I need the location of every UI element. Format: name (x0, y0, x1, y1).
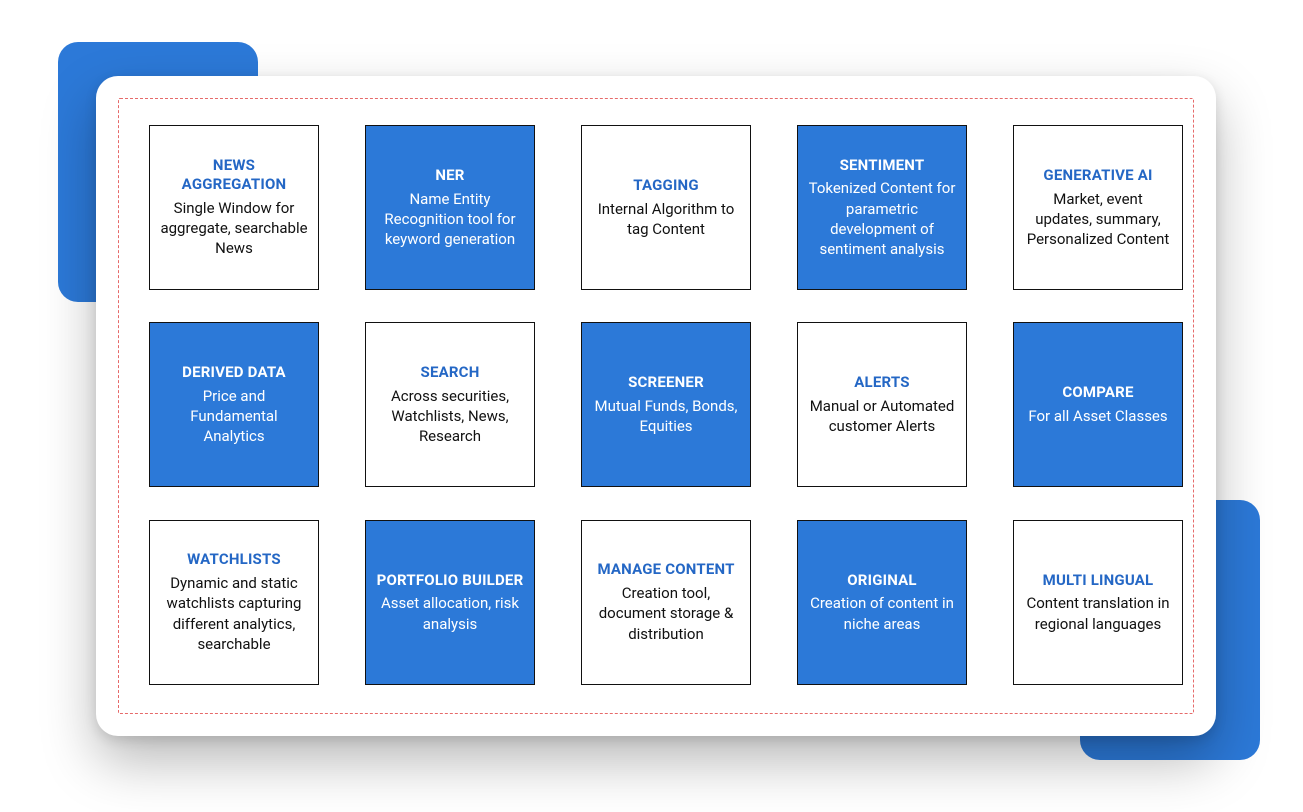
tile-title: SENTIMENT (840, 156, 925, 175)
tile-title: WATCHLISTS (187, 550, 281, 569)
tile-generative-ai: GENERATIVE AI Market, event updates, sum… (1013, 125, 1183, 290)
feature-grid: NEWS AGGREGATION Single Window for aggre… (149, 125, 1163, 687)
tile-desc: Creation of content in niche areas (808, 593, 956, 634)
tile-desc: Name Entity Recognition tool for keyword… (376, 189, 524, 250)
tile-desc: Dynamic and static watchlists capturing … (160, 573, 308, 654)
tile-title: GENERATIVE AI (1043, 166, 1152, 185)
tile-title: PORTFOLIO BUILDER (377, 571, 524, 590)
tile-multi-lingual: MULTI LINGUAL Content translation in reg… (1013, 520, 1183, 685)
tile-watchlists: WATCHLISTS Dynamic and static watchlists… (149, 520, 319, 685)
tile-original: ORIGINAL Creation of content in niche ar… (797, 520, 967, 685)
dashed-frame: NEWS AGGREGATION Single Window for aggre… (118, 98, 1194, 714)
tile-desc: Price and Fundamental Analytics (160, 386, 308, 447)
tile-portfolio-builder: PORTFOLIO BUILDER Asset allocation, risk… (365, 520, 535, 685)
tile-title: MULTI LINGUAL (1043, 571, 1154, 590)
tile-title: ORIGINAL (847, 571, 916, 590)
feature-card: NEWS AGGREGATION Single Window for aggre… (96, 76, 1216, 736)
tile-screener: SCREENER Mutual Funds, Bonds, Equities (581, 322, 751, 487)
tile-desc: Asset allocation, risk analysis (376, 593, 524, 634)
tile-desc: Tokenized Content for parametric develop… (808, 178, 956, 259)
tile-desc: Market, event updates, summary, Personal… (1024, 189, 1172, 250)
tile-search: SEARCH Across securities, Watchlists, Ne… (365, 322, 535, 487)
tile-news-aggregation: NEWS AGGREGATION Single Window for aggre… (149, 125, 319, 290)
tile-desc: Creation tool, document storage & distri… (592, 583, 740, 644)
tile-compare: COMPARE For all Asset Classes (1013, 322, 1183, 487)
tile-desc: Across securities, Watchlists, News, Res… (376, 386, 524, 447)
tile-title: NEWS AGGREGATION (160, 156, 308, 194)
tile-alerts: ALERTS Manual or Automated customer Aler… (797, 322, 967, 487)
tile-desc: Content translation in regional language… (1024, 593, 1172, 634)
tile-title: DERIVED DATA (182, 363, 286, 382)
diagram-stage: NEWS AGGREGATION Single Window for aggre… (0, 0, 1303, 812)
tile-tagging: TAGGING Internal Algorithm to tag Conten… (581, 125, 751, 290)
tile-ner: NER Name Entity Recognition tool for key… (365, 125, 535, 290)
tile-manage-content: MANAGE CONTENT Creation tool, document s… (581, 520, 751, 685)
tile-desc: Internal Algorithm to tag Content (592, 199, 740, 240)
tile-title: COMPARE (1062, 383, 1133, 402)
tile-title: MANAGE CONTENT (597, 560, 734, 579)
tile-sentiment: SENTIMENT Tokenized Content for parametr… (797, 125, 967, 290)
tile-desc: For all Asset Classes (1028, 406, 1167, 426)
tile-title: SCREENER (628, 373, 704, 392)
tile-title: TAGGING (633, 176, 699, 195)
tile-desc: Mutual Funds, Bonds, Equities (592, 396, 740, 437)
tile-title: NER (435, 166, 464, 185)
tile-title: ALERTS (854, 373, 909, 392)
tile-title: SEARCH (421, 363, 480, 382)
tile-desc: Single Window for aggregate, searchable … (160, 198, 308, 259)
tile-desc: Manual or Automated customer Alerts (808, 396, 956, 437)
tile-derived-data: DERIVED DATA Price and Fundamental Analy… (149, 322, 319, 487)
